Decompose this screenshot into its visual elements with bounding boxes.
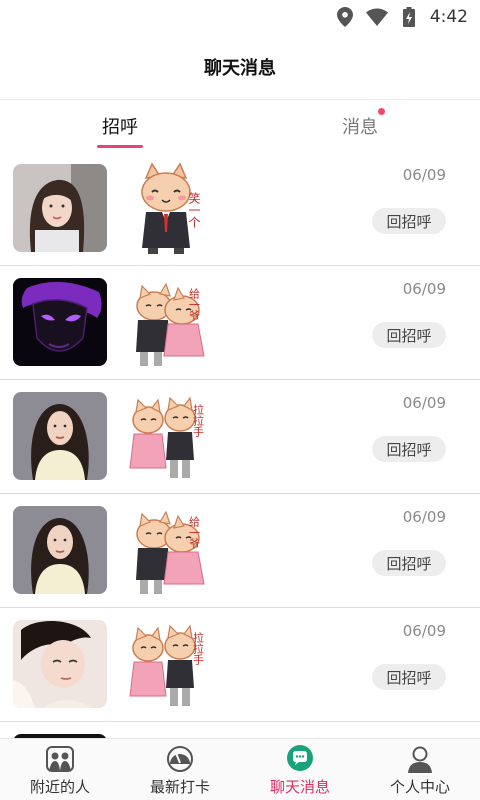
nav-label: 个人中心 [389,778,450,796]
greeting-list[interactable]: 笑一个 06/09 回招呼 给一爷 06/09 回招呼 拉拉手 06/09 回招… [0,152,480,738]
tab-greetings-label: 招呼 [102,117,138,138]
sticker-image: 给一爷 [124,504,216,598]
sticker-caption: 笑一个 [187,191,201,228]
nav-label: 聊天消息 [269,778,330,796]
sticker-caption: 给一爷 [188,516,201,550]
status-bar: 4:42 [0,0,480,34]
nav-latest-checkin[interactable]: 最新打卡 [120,739,240,800]
sticker-caption: 拉拉手 [192,403,205,438]
nav-nearby-people[interactable]: 附近的人 [0,739,120,800]
location-icon [334,6,356,28]
tab-messages-label: 消息 [342,117,378,138]
greeting-row-partial[interactable] [0,722,480,738]
nav-label: 附近的人 [29,778,90,796]
avatar[interactable] [13,620,107,708]
status-time: 4:42 [429,7,468,27]
chat-bubble-icon [287,745,313,771]
tab-messages[interactable]: 消息 [240,100,480,152]
page-header: 聊天消息 [0,34,480,100]
tab-bar: 招呼 消息 [0,100,480,152]
avatar[interactable] [13,392,107,480]
reply-greeting-button[interactable]: 回招呼 [372,550,446,576]
nav-chat-messages[interactable]: 聊天消息 [240,739,360,800]
nav-label: 最新打卡 [149,778,210,796]
sticker-caption: 给一爷 [188,288,201,322]
nav-personal-center[interactable]: 个人中心 [360,739,480,800]
reply-greeting-button[interactable]: 回招呼 [372,664,446,690]
active-tab-indicator [97,145,143,148]
sticker-image: 拉拉手 [124,390,216,484]
reply-greeting-button[interactable]: 回招呼 [372,208,446,234]
greeting-date: 06/09 [402,622,446,640]
bottom-nav: 附近的人 最新打卡 聊天消息 个人中心 [0,738,480,800]
person-icon [408,746,432,773]
sticker-image: 笑一个 [124,162,216,256]
reply-greeting-button[interactable]: 回招呼 [372,322,446,348]
greeting-row[interactable]: 给一爷 06/09 回招呼 [0,266,480,380]
greeting-date: 06/09 [402,394,446,412]
checkin-gauge-icon [167,746,193,772]
greeting-date: 06/09 [402,280,446,298]
greeting-date: 06/09 [402,166,446,184]
greeting-row[interactable]: 笑一个 06/09 回招呼 [0,152,480,266]
battery-charging-icon [398,6,420,28]
avatar[interactable] [13,164,107,252]
greeting-row[interactable]: 拉拉手 06/09 回招呼 [0,608,480,722]
sticker-image: 给一爷 [124,276,216,370]
greeting-date: 06/09 [402,508,446,526]
tab-greetings[interactable]: 招呼 [0,100,240,152]
greeting-row[interactable]: 给一爷 06/09 回招呼 [0,494,480,608]
avatar[interactable] [13,278,107,366]
people-nearby-icon [46,746,74,772]
greeting-row[interactable]: 拉拉手 06/09 回招呼 [0,380,480,494]
page-title: 聊天消息 [204,57,276,79]
reply-greeting-button[interactable]: 回招呼 [372,436,446,462]
wifi-icon [365,6,388,28]
sticker-image: 拉拉手 [124,618,216,712]
sticker-caption: 拉拉手 [192,631,205,666]
avatar[interactable] [13,506,107,594]
unread-dot-badge [378,108,385,115]
